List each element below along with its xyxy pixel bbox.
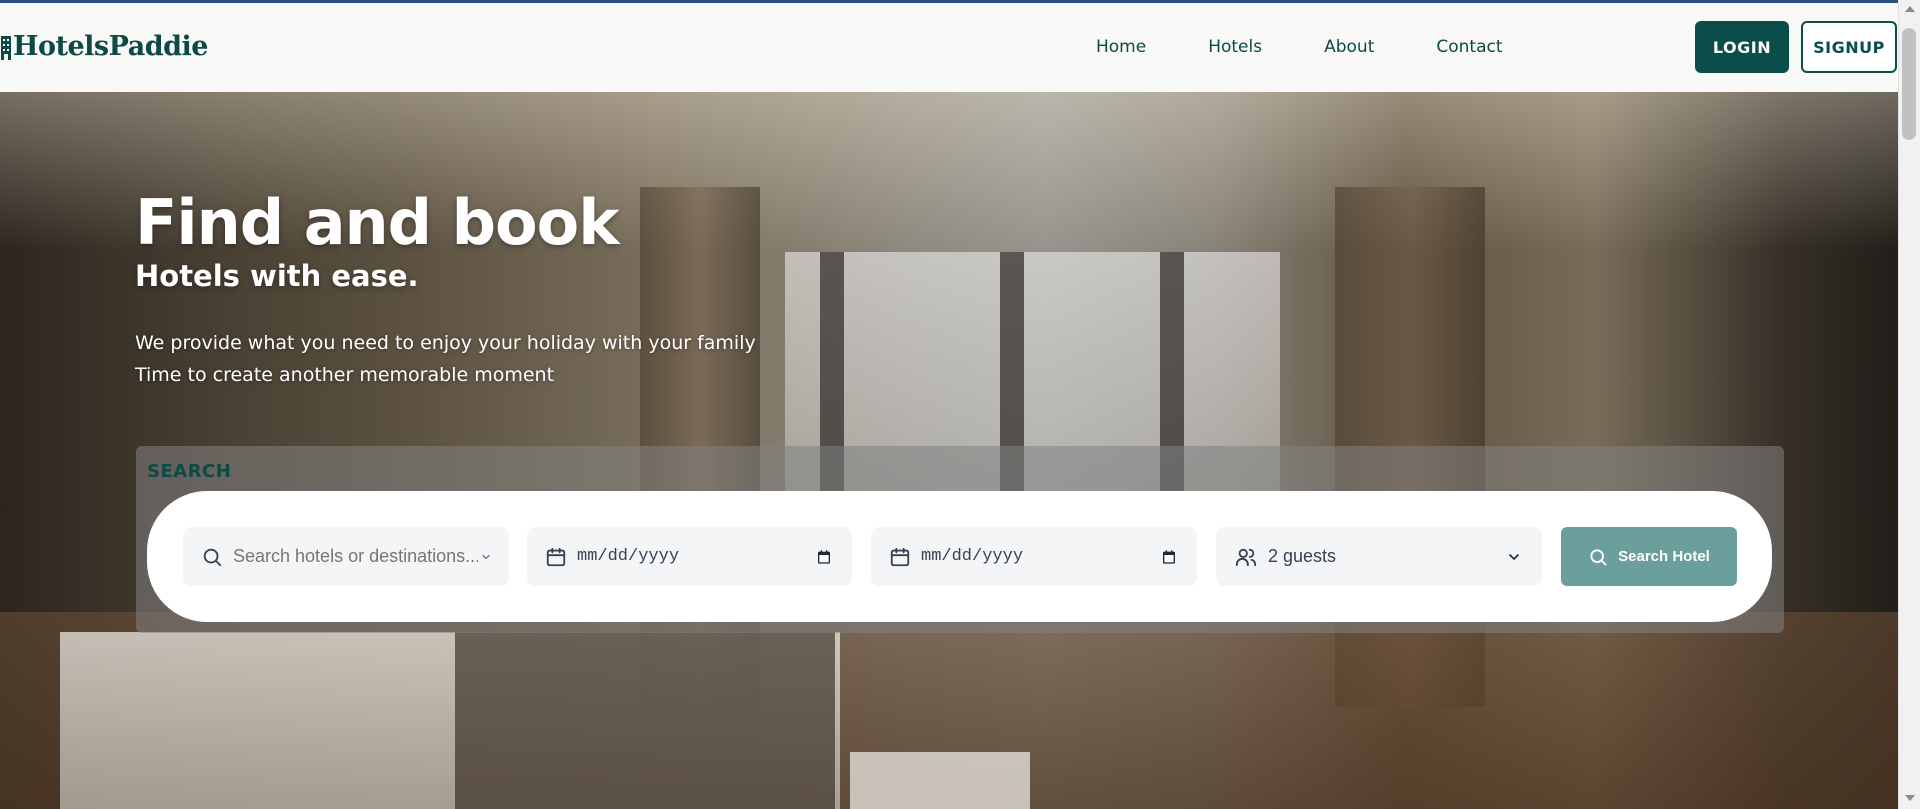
checkout-date-input[interactable]: mm/dd/yyyy: [921, 547, 1161, 566]
search-icon: [1588, 547, 1608, 567]
chevron-down-icon[interactable]: [1506, 549, 1522, 565]
hero-tagline-1: We provide what you need to enjoy your h…: [135, 332, 756, 354]
brand-name: HotelsPaddie: [13, 30, 208, 62]
hero-background-bed-runner: [455, 632, 835, 809]
main-nav: Home Hotels About Contact: [1096, 36, 1503, 58]
nav-contact[interactable]: Contact: [1436, 36, 1502, 58]
destination-input[interactable]: [233, 546, 478, 567]
nav-hotels[interactable]: Hotels: [1208, 36, 1262, 58]
checkout-date-field[interactable]: mm/dd/yyyy: [871, 527, 1197, 586]
hero-tagline-2: Time to create another memorable moment: [135, 364, 555, 386]
hero-title: Find and book: [135, 186, 619, 259]
login-button[interactable]: LOGIN: [1695, 21, 1789, 73]
destination-field[interactable]: [183, 527, 509, 586]
search-hotel-button[interactable]: Search Hotel: [1561, 527, 1737, 586]
scroll-down-arrow-icon[interactable]: [1905, 795, 1915, 801]
nav-home[interactable]: Home: [1096, 36, 1146, 58]
hero-subtitle: Hotels with ease.: [135, 259, 419, 293]
users-icon: [1234, 546, 1258, 568]
scroll-up-arrow-icon[interactable]: [1905, 6, 1915, 12]
search-hotel-button-label: Search Hotel: [1618, 548, 1710, 565]
search-section-label: SEARCH: [147, 461, 232, 482]
guests-value: 2 guests: [1268, 546, 1337, 566]
signup-button[interactable]: SIGNUP: [1801, 21, 1897, 73]
search-icon: [201, 546, 223, 568]
hotel-building-icon: [0, 32, 12, 60]
guests-select[interactable]: 2 guests: [1216, 527, 1542, 586]
site-header: HotelsPaddie Home Hotels About Contact L…: [0, 3, 1898, 92]
calendar-icon: [889, 546, 911, 568]
calendar-picker-icon[interactable]: [1161, 549, 1177, 565]
brand-logo[interactable]: HotelsPaddie: [0, 29, 208, 63]
calendar-picker-icon[interactable]: [816, 549, 832, 565]
checkin-date-input[interactable]: mm/dd/yyyy: [577, 547, 816, 566]
nav-about[interactable]: About: [1324, 36, 1374, 58]
chevron-down-icon[interactable]: [480, 551, 492, 563]
checkin-date-field[interactable]: mm/dd/yyyy: [527, 527, 852, 586]
hero-background-bench: [850, 752, 1030, 809]
calendar-icon: [545, 546, 567, 568]
scrollbar-thumb[interactable]: [1902, 28, 1916, 140]
